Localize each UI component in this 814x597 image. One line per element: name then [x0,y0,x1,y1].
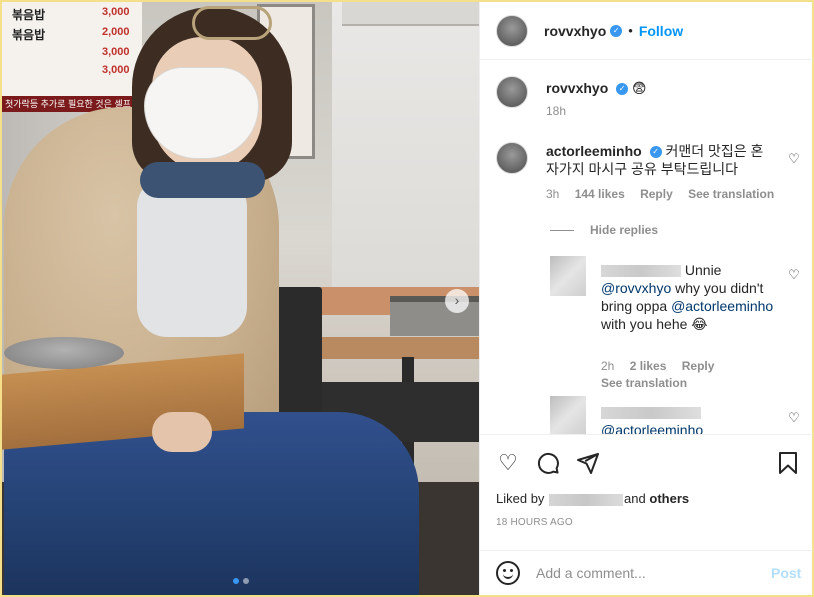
reply-like-heart-icon[interactable]: ♡ [787,411,801,425]
menu-item-price: 3,000 [102,64,130,76]
caption-username[interactable]: rovvxhyo [546,80,608,96]
menu-board: 볶음밥 3,000 볶음밥 2,000 3,000 3,000 첫가락등 추가로… [2,2,142,112]
menu-item-price: 3,000 [102,6,130,18]
caption-emoji: 😨 [632,80,647,96]
comment-likes[interactable]: 144 likes [575,187,625,201]
verified-badge-icon: ✓ [616,83,629,96]
comment-like-heart-icon[interactable]: ♡ [787,152,801,166]
header-username[interactable]: rovvxhyo [544,23,606,39]
liked-by-username-blurred[interactable] [549,493,624,506]
carousel-dot-active[interactable] [233,578,239,584]
photo-wall-right [332,2,479,302]
comment-bubble-icon[interactable] [536,451,560,475]
liked-prefix: Liked by [496,491,545,506]
header-separator: • [628,23,633,38]
reply-mention[interactable]: @rovvxhyo [601,280,671,296]
reply-avatar-blurred[interactable] [550,396,586,434]
verified-badge-icon: ✓ [610,24,623,37]
post-header: rovvxhyo ✓ • Follow [480,2,813,60]
liked-others-link[interactable]: others [649,491,689,506]
metal-plate [4,337,124,369]
post-photo[interactable]: 볶음밥 3,000 볶음밥 2,000 3,000 3,000 첫가락등 추가로… [2,2,479,595]
back-table [302,337,479,359]
menu-item-price: 2,000 [102,26,130,38]
caption-avatar[interactable] [496,76,528,108]
share-paper-plane-icon[interactable] [576,451,600,475]
reply-avatar-blurred[interactable] [550,256,586,296]
reply-like-heart-icon[interactable]: ♡ [787,268,801,282]
like-heart-icon[interactable]: ♡ [496,451,520,475]
post-comment-button[interactable]: Post [771,565,801,581]
menu-item-name: 볶음밥 [12,28,46,42]
hide-replies-button[interactable]: Hide replies [590,223,658,237]
reply-username-blurred[interactable] [601,265,681,278]
comments-section[interactable]: rovvxhyo ✓ 😨 18h actorleeminho ✓ 커맨더 맛집은… [480,60,813,434]
person-scarf [140,162,265,198]
post-side-panel: rovvxhyo ✓ • Follow rovvxhyo ✓ 😨 18h act… [479,2,813,595]
carousel-dots [233,578,249,584]
person-hand [152,412,212,452]
menu-item-name: 볶음밥 [12,8,46,22]
comment-input[interactable] [536,565,766,581]
reply-time[interactable]: 2h [601,359,614,373]
liked-and: and [624,491,646,506]
hide-replies-line [550,230,574,231]
avatar[interactable] [496,14,528,47]
reply-mention[interactable]: @actorleeminho [671,298,773,314]
caption-text: rovvxhyo ✓ 😨 [546,79,647,97]
comment-text: actorleeminho ✓ 커맨더 맛집은 혼자가지 마시구 공유 부탁드립… [546,142,768,178]
save-bookmark-icon[interactable] [776,451,800,475]
reply-meta: 2h 2 likes Reply [601,359,726,373]
add-comment-bar: Post [480,550,813,595]
reply-username-blurred[interactable] [601,407,701,420]
reply-text-end: with you hehe 😂 [601,316,708,332]
person-sweatshirt [137,177,247,337]
reply-translate-button[interactable]: See translation [601,376,687,390]
chair-back [272,287,322,417]
comment-username[interactable]: actorleeminho [546,143,642,159]
reply-mention[interactable]: @actorleeminho [601,422,703,434]
caption-time[interactable]: 18h [546,104,566,118]
reply-reply-button[interactable]: Reply [682,359,715,373]
photo-ceiling-pipe [342,2,479,26]
reply-text-start: Unnie [684,262,722,278]
reply-likes[interactable]: 2 likes [630,359,667,373]
comment-meta: 3h 144 likes Reply See translation [546,187,786,201]
post-time-ago[interactable]: 18 HOURS AGO [496,517,573,528]
emoji-smiley-icon[interactable] [496,561,520,585]
reply-text: Unnie @rovvxhyo why you didn't bring opp… [601,261,777,333]
comment-reply-button[interactable]: Reply [640,187,673,201]
menu-item-price: 3,000 [102,46,130,58]
reply-text: @actorleeminho [601,403,777,434]
comment-avatar[interactable] [496,142,528,174]
follow-button[interactable]: Follow [639,23,683,39]
comment-time[interactable]: 3h [546,187,559,201]
liked-by-text[interactable]: Liked by and others [496,491,689,506]
verified-badge-icon: ✓ [649,146,662,159]
sunglasses [192,6,272,40]
next-slide-button[interactable]: › [445,289,469,313]
carousel-dot[interactable] [243,578,249,584]
comment-translate-button[interactable]: See translation [688,187,774,201]
post-actions: ♡ Liked by and others 18 HOURS AGO [480,434,813,534]
